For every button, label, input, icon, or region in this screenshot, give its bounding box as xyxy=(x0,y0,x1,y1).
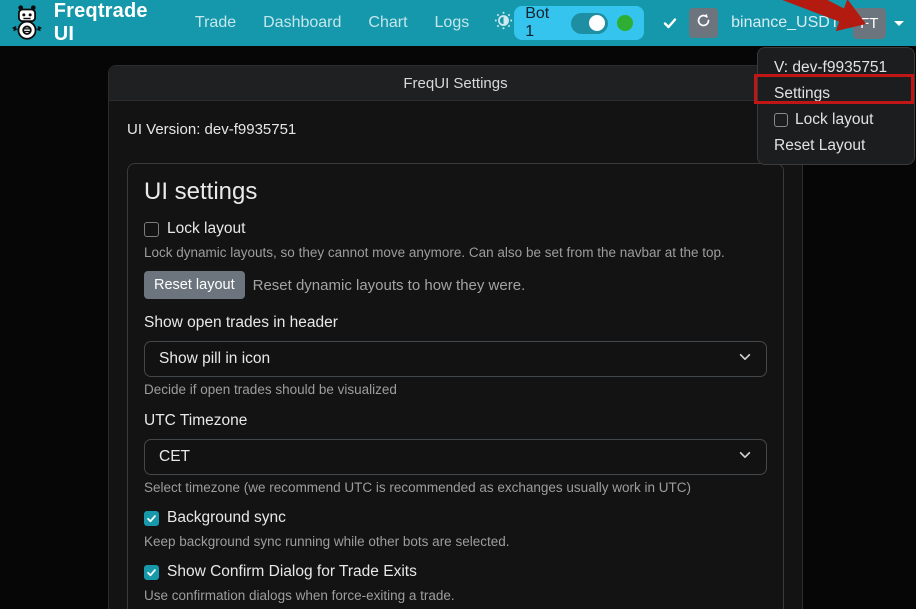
lock-layout-label: Lock layout xyxy=(795,107,873,133)
check-icon[interactable] xyxy=(662,15,678,31)
nav-link-logs[interactable]: Logs xyxy=(435,14,470,32)
lock-layout-label: Lock layout xyxy=(167,220,245,238)
background-sync-row: Background sync xyxy=(144,509,767,527)
caret-down-icon[interactable] xyxy=(894,21,904,26)
nav-link-dashboard[interactable]: Dashboard xyxy=(263,14,341,32)
dropdown-version-item: V: dev-f9935751 xyxy=(758,55,914,81)
nav-links: Trade Dashboard Chart Logs xyxy=(195,14,469,32)
open-trades-select-value: Show pill in icon xyxy=(159,350,270,368)
reset-layout-button[interactable]: Reset layout xyxy=(144,271,245,299)
toggle-knob xyxy=(589,15,605,31)
bot-selector[interactable]: binance_USDT xyxy=(731,14,840,32)
brand-name: Freqtrade UI xyxy=(54,0,173,46)
chevron-down-icon xyxy=(738,350,752,369)
timezone-label: UTC Timezone xyxy=(144,412,767,430)
settings-card-body: UI Version: dev-f9935751 UI settings Loc… xyxy=(109,101,802,609)
lock-layout-checkbox[interactable] xyxy=(774,113,788,127)
lock-layout-row: Lock layout xyxy=(144,220,767,238)
ui-settings-heading: UI settings xyxy=(144,178,767,206)
ui-version-text: UI Version: dev-f9935751 xyxy=(127,121,784,138)
timezone-select[interactable]: CET xyxy=(144,439,767,475)
navbar-right: Bot 1 binance_USDT xyxy=(514,6,904,40)
timezone-select-value: CET xyxy=(159,448,190,466)
open-trades-label: Show open trades in header xyxy=(144,314,767,332)
bot-status-dot xyxy=(617,15,633,31)
freqtrade-ui-screen: Freqtrade UI Trade Dashboard Chart Logs xyxy=(0,0,916,609)
bot-badge[interactable]: Bot 1 xyxy=(514,6,643,40)
bot-online-toggle[interactable] xyxy=(571,13,608,34)
confirm-dialog-label: Show Confirm Dialog for Trade Exits xyxy=(167,563,417,581)
dropdown-settings-item[interactable]: Settings xyxy=(758,81,914,107)
settings-card: FreqUI Settings UI Version: dev-f9935751… xyxy=(108,65,803,609)
reload-button[interactable] xyxy=(689,8,718,38)
reset-layout-description: Reset dynamic layouts to how they were. xyxy=(253,277,526,294)
avatar-button[interactable]: FT xyxy=(853,8,886,39)
dropdown-reset-layout-item[interactable]: Reset Layout xyxy=(758,133,914,159)
freqtrade-robot-logo-icon xyxy=(8,4,46,42)
nav-link-trade[interactable]: Trade xyxy=(195,14,236,32)
lock-layout-description: Lock dynamic layouts, so they cannot mov… xyxy=(144,245,767,260)
theme-toggle-button[interactable] xyxy=(493,10,514,36)
bot-badge-label: Bot 1 xyxy=(525,5,562,41)
background-sync-label: Background sync xyxy=(167,509,286,527)
chevron-down-icon xyxy=(738,448,752,467)
brand[interactable]: Freqtrade UI xyxy=(8,0,173,46)
background-sync-description: Keep background sync running while other… xyxy=(144,534,767,549)
user-dropdown-menu: V: dev-f9935751 Settings Lock layout Res… xyxy=(757,47,915,165)
navbar: Freqtrade UI Trade Dashboard Chart Logs xyxy=(0,0,916,46)
nav-link-chart[interactable]: Chart xyxy=(368,14,407,32)
background-sync-checkbox[interactable] xyxy=(144,511,159,526)
ui-settings-card: UI settings Lock layout Lock dynamic lay… xyxy=(127,163,784,609)
open-trades-description: Decide if open trades should be visualiz… xyxy=(144,382,767,397)
timezone-description: Select timezone (we recommend UTC is rec… xyxy=(144,480,767,495)
lock-layout-checkbox[interactable] xyxy=(144,222,159,237)
settings-card-header: FreqUI Settings xyxy=(109,66,802,101)
reload-icon xyxy=(695,12,712,34)
confirm-dialog-description: Use confirmation dialogs when force-exit… xyxy=(144,588,767,603)
open-trades-select[interactable]: Show pill in icon xyxy=(144,341,767,377)
confirm-dialog-checkbox[interactable] xyxy=(144,565,159,580)
dropdown-lock-layout-item[interactable]: Lock layout xyxy=(758,107,914,133)
page-title: FreqUI Settings xyxy=(403,75,507,92)
confirm-dialog-row: Show Confirm Dialog for Trade Exits xyxy=(144,563,767,581)
brightness-icon xyxy=(493,10,514,36)
reset-layout-row: Reset layout Reset dynamic layouts to ho… xyxy=(144,271,767,299)
